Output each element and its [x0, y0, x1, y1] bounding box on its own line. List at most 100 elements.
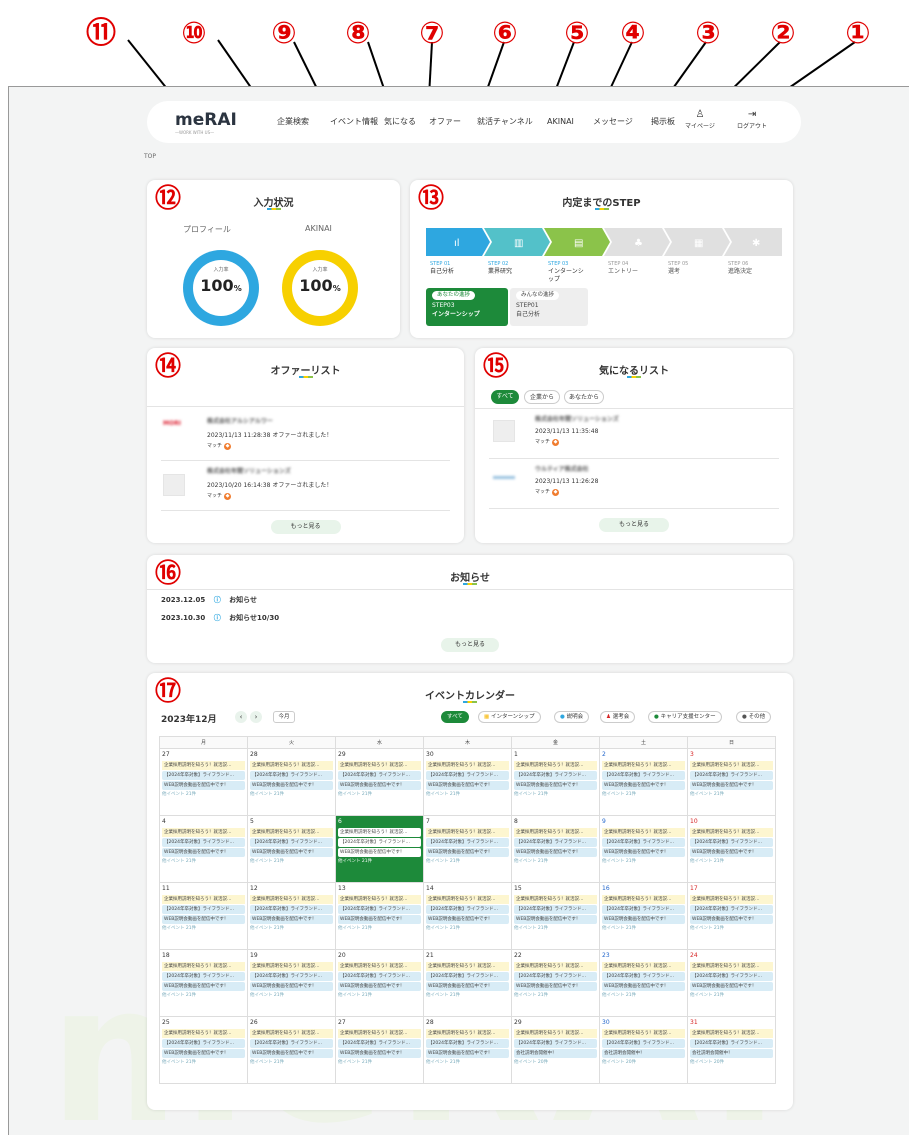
- event-item[interactable]: 企業採用説明を知ろう！就活説…: [162, 895, 245, 904]
- event-item[interactable]: 企業採用説明を知ろう！就活説…: [514, 895, 597, 904]
- event-item[interactable]: WEB説明会動画を配信中です！: [690, 915, 773, 924]
- mypage-button[interactable]: ♙ マイページ: [685, 109, 715, 130]
- prev-month-button[interactable]: ‹: [235, 711, 247, 723]
- this-month-button[interactable]: 今月: [273, 711, 295, 723]
- more-events-link[interactable]: 他イベント 21件: [690, 992, 773, 998]
- event-item[interactable]: WEB説明会動画を配信中です！: [426, 1049, 509, 1058]
- event-item[interactable]: WEB説明会動画を配信中です！: [338, 982, 421, 991]
- event-item[interactable]: WEB説明会動画を配信中です！: [602, 982, 685, 991]
- event-item[interactable]: 企業採用説明を知ろう！就活説…: [250, 1029, 333, 1038]
- event-item[interactable]: 企業採用説明を知ろう！就活説…: [602, 828, 685, 837]
- more-events-link[interactable]: 他イベント 21件: [602, 791, 685, 797]
- calendar-day[interactable]: 11 企業採用説明を知ろう！就活説… 【2024年卒対象】ライフランド… WEB説明会…: [159, 882, 248, 950]
- event-item[interactable]: 【2024年卒対象】ライフランド…: [514, 905, 597, 914]
- event-item[interactable]: 【2024年卒対象】ライフランド…: [250, 1039, 333, 1048]
- event-item[interactable]: 企業採用説明を知ろう！就活説…: [602, 895, 685, 904]
- event-item[interactable]: 【2024年卒対象】ライフランド…: [250, 838, 333, 847]
- logout-button[interactable]: ⇥ ログアウト: [737, 109, 767, 130]
- more-events-link[interactable]: 他イベント 21件: [338, 791, 421, 797]
- event-item[interactable]: 【2024年卒対象】ライフランド…: [162, 905, 245, 914]
- event-item[interactable]: 【2024年卒対象】ライフランド…: [162, 838, 245, 847]
- more-events-link[interactable]: 他イベント 21件: [426, 992, 509, 998]
- more-events-link[interactable]: 他イベント 21件: [690, 925, 773, 931]
- event-item[interactable]: 企業採用説明を知ろう！就活説…: [338, 828, 421, 837]
- event-item[interactable]: WEB説明会動画を配信中です！: [250, 848, 333, 857]
- event-item[interactable]: WEB説明会動画を配信中です！: [250, 781, 333, 790]
- event-item[interactable]: 企業採用説明を知ろう！就活説…: [162, 962, 245, 971]
- calendar-day[interactable]: 21 企業採用説明を知ろう！就活説… 【2024年卒対象】ライフランド… WEB説明会…: [423, 949, 512, 1017]
- logo[interactable]: meRAI —WORK WITH US—: [175, 110, 245, 135]
- more-events-link[interactable]: 他イベント 20件: [514, 1059, 597, 1065]
- event-item[interactable]: WEB説明会動画を配信中です！: [250, 982, 333, 991]
- more-events-link[interactable]: 他イベント 21件: [426, 1059, 509, 1065]
- event-item[interactable]: 企業採用説明を知ろう！就活説…: [162, 828, 245, 837]
- filter-internship[interactable]: ▦ インターンシップ: [478, 711, 541, 723]
- calendar-day[interactable]: 8 企業採用説明を知ろう！就活説… 【2024年卒対象】ライフランド… WEB説明会動…: [511, 815, 600, 883]
- event-item[interactable]: 企業採用説明を知ろう！就活説…: [250, 828, 333, 837]
- event-item[interactable]: 【2024年卒対象】ライフランド…: [514, 1039, 597, 1048]
- calendar-day[interactable]: 28 企業採用説明を知ろう！就活説… 【2024年卒対象】ライフランド… WEB説明会…: [247, 748, 336, 816]
- event-item[interactable]: 【2024年卒対象】ライフランド…: [690, 905, 773, 914]
- favorite-item[interactable]: 株式会社年間ソリューションズ 2023/11/13 11:35:48 マッチ ◆: [535, 414, 619, 446]
- more-events-link[interactable]: 他イベント 21件: [338, 858, 421, 864]
- event-item[interactable]: 企業採用説明を知ろう！就活説…: [602, 962, 685, 971]
- event-item[interactable]: 【2024年卒対象】ライフランド…: [602, 771, 685, 780]
- event-item[interactable]: WEB説明会動画を配信中です！: [602, 848, 685, 857]
- event-item[interactable]: 【2024年卒対象】ライフランド…: [426, 771, 509, 780]
- nav-event-info[interactable]: イベント情報: [330, 101, 378, 143]
- filter-briefing[interactable]: ● 説明会: [554, 711, 590, 723]
- calendar-day[interactable]: 6 企業採用説明を知ろう！就活説… 【2024年卒対象】ライフランド… WEB説明会動…: [335, 815, 424, 883]
- more-events-link[interactable]: 他イベント 20件: [690, 1059, 773, 1065]
- calendar-day[interactable]: 12 企業採用説明を知ろう！就活説… 【2024年卒対象】ライフランド… WEB説明会…: [247, 882, 336, 950]
- calendar-day[interactable]: 10 企業採用説明を知ろう！就活説… 【2024年卒対象】ライフランド… WEB説明会…: [687, 815, 776, 883]
- event-item[interactable]: 企業採用説明を知ろう！就活説…: [338, 962, 421, 971]
- event-item[interactable]: 企業採用説明を知ろう！就活説…: [690, 761, 773, 770]
- event-item[interactable]: 【2024年卒対象】ライフランド…: [162, 972, 245, 981]
- nav-channel[interactable]: 就活チャンネル: [477, 101, 533, 143]
- event-item[interactable]: 企業採用説明を知ろう！就活説…: [514, 761, 597, 770]
- calendar-day[interactable]: 22 企業採用説明を知ろう！就活説… 【2024年卒対象】ライフランド… WEB説明会…: [511, 949, 600, 1017]
- calendar-day[interactable]: 24 企業採用説明を知ろう！就活説… 【2024年卒対象】ライフランド… WEB説明会…: [687, 949, 776, 1017]
- event-item[interactable]: WEB説明会動画を配信中です！: [426, 781, 509, 790]
- event-item[interactable]: WEB説明会動画を配信中です！: [250, 1049, 333, 1058]
- filter-selection[interactable]: ♟ 選考会: [600, 711, 636, 723]
- calendar-day[interactable]: 26 企業採用説明を知ろう！就活説… 【2024年卒対象】ライフランド… WEB説明会…: [247, 1016, 336, 1084]
- event-item[interactable]: 企業採用説明を知ろう！就活説…: [426, 761, 509, 770]
- event-item[interactable]: 企業採用説明を知ろう！就活説…: [602, 1029, 685, 1038]
- calendar-day[interactable]: 13 企業採用説明を知ろう！就活説… 【2024年卒対象】ライフランド… WEB説明会…: [335, 882, 424, 950]
- event-item[interactable]: WEB説明会動画を配信中です！: [514, 848, 597, 857]
- tab-from-company[interactable]: 企業から: [524, 390, 560, 404]
- event-item[interactable]: 会社説明会開催中！: [514, 1049, 597, 1058]
- event-item[interactable]: WEB説明会動画を配信中です！: [338, 915, 421, 924]
- event-item[interactable]: 【2024年卒対象】ライフランド…: [338, 1039, 421, 1048]
- nav-messages[interactable]: メッセージ: [593, 101, 633, 143]
- more-events-link[interactable]: 他イベント 21件: [426, 791, 509, 797]
- event-item[interactable]: 【2024年卒対象】ライフランド…: [514, 771, 597, 780]
- calendar-day[interactable]: 9 企業採用説明を知ろう！就活説… 【2024年卒対象】ライフランド… WEB説明会動…: [599, 815, 688, 883]
- event-item[interactable]: WEB説明会動画を配信中です！: [338, 1049, 421, 1058]
- more-events-link[interactable]: 他イベント 21件: [338, 925, 421, 931]
- event-item[interactable]: WEB説明会動画を配信中です！: [426, 915, 509, 924]
- event-item[interactable]: 企業採用説明を知ろう！就活説…: [426, 895, 509, 904]
- event-item[interactable]: 【2024年卒対象】ライフランド…: [514, 972, 597, 981]
- more-events-link[interactable]: 他イベント 21件: [250, 992, 333, 998]
- calendar-day[interactable]: 15 企業採用説明を知ろう！就活説… 【2024年卒対象】ライフランド… WEB説明会…: [511, 882, 600, 950]
- event-item[interactable]: WEB説明会動画を配信中です！: [426, 982, 509, 991]
- event-item[interactable]: 企業採用説明を知ろう！就活説…: [514, 962, 597, 971]
- event-item[interactable]: 【2024年卒対象】ライフランド…: [690, 838, 773, 847]
- favorite-item[interactable]: ウルティア株式会社 2023/11/13 11:26:28 マッチ ◆: [535, 464, 598, 496]
- nav-favorites[interactable]: 気になる: [384, 101, 416, 143]
- nav-offers[interactable]: オファー: [429, 101, 461, 143]
- calendar-day[interactable]: 30 企業採用説明を知ろう！就活説… 【2024年卒対象】ライフランド… 会社説明会開…: [599, 1016, 688, 1084]
- nav-board[interactable]: 掲示板: [651, 101, 675, 143]
- event-item[interactable]: WEB説明会動画を配信中です！: [162, 982, 245, 991]
- more-events-link[interactable]: 他イベント 21件: [602, 858, 685, 864]
- event-item[interactable]: 【2024年卒対象】ライフランド…: [426, 838, 509, 847]
- calendar-day[interactable]: 23 企業採用説明を知ろう！就活説… 【2024年卒対象】ライフランド… WEB説明会…: [599, 949, 688, 1017]
- calendar-day[interactable]: 25 企業採用説明を知ろう！就活説… 【2024年卒対象】ライフランド… WEB説明会…: [159, 1016, 248, 1084]
- more-events-link[interactable]: 他イベント 21件: [514, 925, 597, 931]
- event-item[interactable]: 会社説明会開催中！: [690, 1049, 773, 1058]
- event-item[interactable]: 【2024年卒対象】ライフランド…: [602, 1039, 685, 1048]
- event-item[interactable]: 企業採用説明を知ろう！就活説…: [250, 895, 333, 904]
- event-item[interactable]: WEB説明会動画を配信中です！: [690, 982, 773, 991]
